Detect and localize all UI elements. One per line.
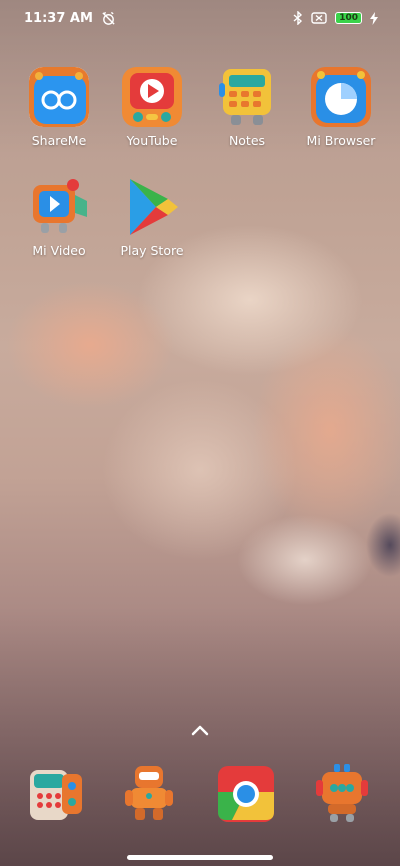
mi-video-icon [29,177,89,237]
status-bar-right: 100 [293,11,378,25]
status-bar-left: 11:37 AM [24,11,116,26]
youtube-icon [122,67,182,127]
app-label: Play Store [120,243,184,258]
battery-icon: 100 [335,12,362,24]
bluetooth-icon [293,11,303,25]
app-mi-browser[interactable]: Mi Browser [293,67,389,148]
app-label: Mi Video [32,243,86,258]
app-play-store[interactable]: Play Store [104,177,200,258]
chrome-icon[interactable] [216,764,276,824]
app-label: Mi Browser [306,133,376,148]
camera-icon[interactable] [312,764,372,824]
shareme-icon [29,67,89,127]
app-label: ShareMe [31,133,87,148]
charging-icon [370,11,378,25]
app-label: Notes [228,133,266,148]
play-store-icon [122,177,182,237]
app-youtube[interactable]: YouTube [104,67,200,148]
app-drawer-chevron-up-icon[interactable] [188,720,212,740]
app-notes[interactable]: Notes [199,67,295,148]
clock: 11:37 AM [24,10,93,26]
app-mi-video[interactable]: Mi Video [11,177,107,258]
home-indicator[interactable] [127,855,273,860]
app-shareme[interactable]: ShareMe [11,67,107,148]
messages-icon[interactable] [119,764,179,824]
status-bar: 11:37 AM 100 [0,0,400,36]
notes-icon [217,67,277,127]
alarm-off-icon [101,11,116,26]
phone-icon[interactable] [26,764,86,824]
app-label: YouTube [126,133,178,148]
mi-browser-icon [311,67,371,127]
no-sim-icon [311,12,327,24]
